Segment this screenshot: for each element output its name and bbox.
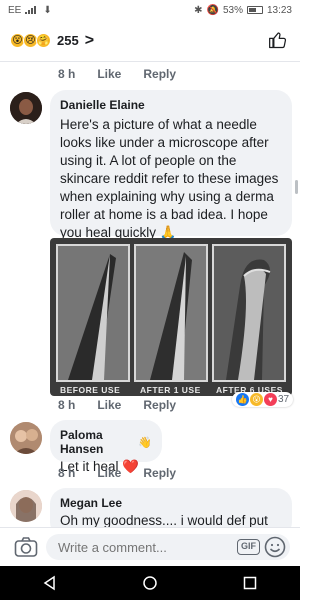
reactions-header[interactable]: 😮 😢 🤗 255 > xyxy=(0,20,300,62)
reaction-count: 37 xyxy=(278,394,290,405)
battery-percent: 53% xyxy=(222,4,243,16)
thumbs-up-icon[interactable] xyxy=(268,30,288,50)
comment-reactions[interactable]: 👍 😮 ♥ 37 xyxy=(232,392,294,407)
reply-link[interactable]: Reply xyxy=(143,398,176,412)
timestamp: 8 h xyxy=(58,398,76,412)
reaction-count: 255 xyxy=(57,33,79,48)
label-before-use: BEFORE USE xyxy=(60,385,121,395)
navigation-bar xyxy=(0,566,300,600)
previous-comment-actions: 8 h Like Reply xyxy=(58,67,176,81)
recents-icon[interactable] xyxy=(242,575,258,591)
comment-author[interactable]: Megan Lee xyxy=(60,496,282,510)
care-icon: 🤗 xyxy=(36,33,51,48)
avatar-portrait xyxy=(10,422,42,454)
reply-link[interactable]: Reply xyxy=(143,67,176,81)
carrier-label: EE xyxy=(8,4,22,16)
comment-text: Here's a picture of what a needle looks … xyxy=(60,117,279,240)
timestamp: 8 h xyxy=(58,466,76,480)
status-bar: EE ⬇ ✱ 🔕 53% 13:23 xyxy=(0,0,300,20)
comment-author[interactable]: Danielle Elaine xyxy=(60,98,282,112)
label-after-1-use: AFTER 1 USE xyxy=(140,385,201,395)
scrollbar[interactable] xyxy=(295,180,298,194)
battery-icon xyxy=(246,6,263,14)
gif-button[interactable]: GIF xyxy=(237,539,260,555)
comment-actions: 8 h Like Reply xyxy=(58,466,176,480)
comment-bubble: Danielle Elaine Here's a picture of what… xyxy=(50,90,292,240)
home-icon[interactable] xyxy=(142,575,158,591)
wow-reaction-icon: 😮 xyxy=(250,393,263,406)
needle-panel-after-1 xyxy=(134,244,208,382)
comment-bubble: Paloma Hansen 👋 Let it heal ❤️ xyxy=(50,420,162,474)
like-link[interactable]: Like xyxy=(97,466,121,480)
reaction-emojis: 😮 😢 🤗 xyxy=(10,33,51,48)
signal-icon xyxy=(25,6,37,14)
author-name: Paloma Hansen xyxy=(60,428,104,456)
chevron-right-icon[interactable]: > xyxy=(85,32,94,50)
emoji-icon[interactable] xyxy=(264,536,286,558)
comment-composer: GIF xyxy=(0,527,300,565)
like-link[interactable]: Like xyxy=(97,67,121,81)
like-reaction-icon: 👍 xyxy=(236,393,249,406)
wave-icon: 👋 xyxy=(138,436,152,449)
mute-icon: 🔕 xyxy=(206,4,219,16)
camera-icon[interactable] xyxy=(14,536,38,558)
timestamp: 8 h xyxy=(58,67,76,81)
avatar[interactable] xyxy=(10,92,42,124)
download-icon: ⬇ xyxy=(43,4,52,16)
avatar[interactable] xyxy=(10,490,42,522)
avatar-portrait xyxy=(10,490,42,522)
needle-panel-after-6 xyxy=(212,244,286,382)
avatar[interactable] xyxy=(10,422,42,454)
comment-actions: 8 h Like Reply xyxy=(58,398,176,412)
reply-link[interactable]: Reply xyxy=(143,466,176,480)
avatar-portrait xyxy=(10,92,42,124)
bluetooth-icon: ✱ xyxy=(194,4,203,16)
comment-photo[interactable]: BEFORE USE AFTER 1 USE AFTER 6 USES xyxy=(50,238,292,396)
clock: 13:23 xyxy=(266,4,292,16)
love-reaction-icon: ♥ xyxy=(264,393,277,406)
like-link[interactable]: Like xyxy=(97,398,121,412)
back-icon[interactable] xyxy=(42,575,58,591)
comment-author[interactable]: Paloma Hansen 👋 xyxy=(60,428,152,456)
needle-panel-before xyxy=(56,244,130,382)
